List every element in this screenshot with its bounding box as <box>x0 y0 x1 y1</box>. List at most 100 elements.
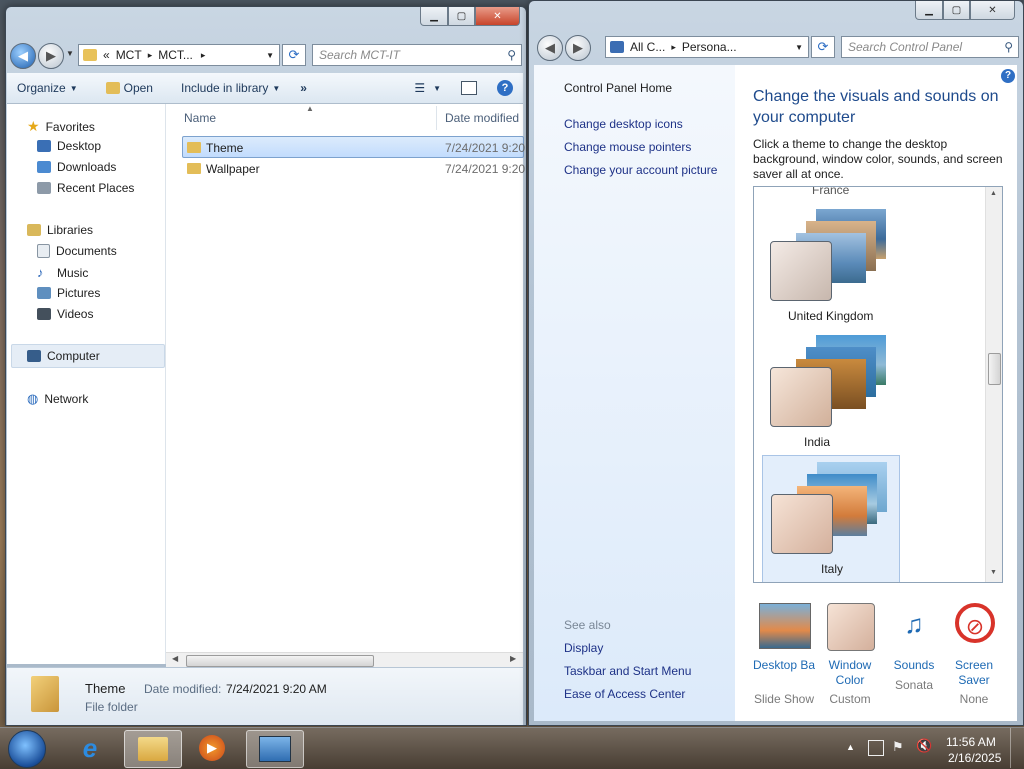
horizontal-scrollbar[interactable]: ◀ ▶ <box>166 652 523 668</box>
theme-list[interactable]: France United Kingdom India Italy ▲ ▼ <box>753 186 1003 583</box>
address-bar[interactable]: « MCT ▸ MCT... ▸ ▼ <box>78 44 280 66</box>
nav-downloads[interactable]: Downloads <box>37 160 116 174</box>
search-placeholder: Search Control Panel <box>848 40 963 54</box>
breadcrumb-mct-sub[interactable]: MCT... <box>158 48 193 62</box>
nav-music[interactable]: ♪ Music <box>37 265 88 280</box>
scroll-left-icon[interactable]: ◀ <box>172 654 178 663</box>
refresh-button[interactable]: ⟳ <box>811 36 835 58</box>
help-button[interactable]: ? <box>487 80 523 96</box>
preview-pane-button[interactable] <box>451 81 487 95</box>
star-icon: ★ <box>27 118 40 134</box>
scrollbar-thumb[interactable] <box>186 655 374 667</box>
control-panel-home-link[interactable]: Control Panel Home <box>564 81 672 95</box>
nav-pictures[interactable]: Pictures <box>37 286 100 300</box>
clock-time[interactable]: 11:56 AM <box>946 735 996 749</box>
toolbar-more-button[interactable]: » <box>290 81 317 95</box>
back-button[interactable]: ◀ <box>10 43 36 69</box>
scrollbar-thumb[interactable] <box>988 353 1001 385</box>
theme-italy-selected[interactable]: Italy <box>762 455 900 582</box>
help-icon[interactable]: ? <box>1001 69 1015 83</box>
control-panel-taskbar-button[interactable] <box>246 730 304 768</box>
volume-muted-icon[interactable]: 🔇 <box>916 738 932 754</box>
start-button[interactable] <box>8 730 46 768</box>
desktop-background-icon <box>759 603 811 649</box>
close-button[interactable]: ✕ <box>970 1 1015 20</box>
column-header-name[interactable]: Name <box>184 111 216 125</box>
show-desktop-button[interactable] <box>1010 728 1024 768</box>
change-mouse-pointers-link[interactable]: Change mouse pointers <box>564 140 691 154</box>
address-dropdown-icon[interactable]: ▼ <box>266 51 274 60</box>
help-icon: ? <box>497 80 513 96</box>
theme-india[interactable]: India <box>766 335 896 453</box>
breadcrumb-personalization[interactable]: Persona... <box>682 40 737 54</box>
breadcrumb-mct[interactable]: MCT <box>116 48 142 62</box>
nav-desktop[interactable]: Desktop <box>37 139 101 153</box>
minimize-button[interactable]: ▁ <box>420 7 448 26</box>
setting-label: Desktop Background <box>753 658 815 672</box>
nav-documents[interactable]: Documents <box>37 244 117 258</box>
display-link[interactable]: Display <box>564 641 603 655</box>
setting-window-color[interactable]: Window Color Custom <box>821 601 883 706</box>
network-tray-icon[interactable] <box>868 740 884 756</box>
maximize-button[interactable]: ▢ <box>448 7 475 26</box>
ease-of-access-link[interactable]: Ease of Access Center <box>564 687 685 701</box>
setting-value: Custom <box>829 692 871 706</box>
search-input[interactable]: Search Control Panel ⚲ <box>841 36 1019 58</box>
file-name[interactable]: Wallpaper <box>206 162 260 176</box>
column-divider[interactable] <box>436 106 437 130</box>
column-header-date[interactable]: Date modified <box>445 111 519 125</box>
window-color-icon <box>827 603 875 651</box>
media-player-taskbar-button[interactable]: ▶ <box>184 730 240 766</box>
search-placeholder: Search MCT-IT <box>319 48 400 62</box>
open-button[interactable]: Open <box>96 81 163 95</box>
address-bar[interactable]: All C... ▸ Persona... ▼ <box>605 36 809 58</box>
recent-pages-dropdown[interactable]: ▼ <box>66 49 74 58</box>
breadcrumb-overflow[interactable]: « <box>103 48 110 62</box>
scroll-down-icon[interactable]: ▼ <box>990 569 997 576</box>
change-account-picture-link[interactable]: Change your account picture <box>564 163 717 177</box>
breadcrumb-all-control-panel[interactable]: All C... <box>630 40 665 54</box>
setting-desktop-background[interactable]: Desktop Background Slide Show <box>753 601 815 706</box>
back-button[interactable]: ◀ <box>537 35 563 61</box>
change-desktop-icons-link[interactable]: Change desktop icons <box>564 117 683 131</box>
open-label: Open <box>123 81 153 95</box>
scroll-right-icon[interactable]: ▶ <box>510 654 516 663</box>
forward-button[interactable]: ▶ <box>565 35 591 61</box>
minimize-button[interactable]: ▁ <box>915 1 943 20</box>
nav-network[interactable]: ◍ Network <box>27 391 88 407</box>
music-icon: ♪ <box>37 265 44 280</box>
breadcrumb-separator[interactable]: ▸ <box>671 42 676 53</box>
view-options-button[interactable]: ☰ ▼ <box>404 81 451 95</box>
nav-label: Downloads <box>57 160 117 174</box>
scroll-up-icon[interactable]: ▲ <box>990 190 997 197</box>
maximize-button[interactable]: ▢ <box>943 1 970 20</box>
address-dropdown-icon[interactable]: ▼ <box>795 43 803 52</box>
theme-list-scrollbar[interactable]: ▲ ▼ <box>985 187 1002 582</box>
navigation-pane: ★ Favorites Desktop Downloads Recent Plac… <box>7 104 166 664</box>
search-icon: ⚲ <box>507 48 516 62</box>
include-in-library-menu[interactable]: Include in library ▼ <box>171 81 290 95</box>
windows-explorer-taskbar-button[interactable] <box>124 730 182 768</box>
organize-menu[interactable]: Organize ▼ <box>7 81 88 95</box>
theme-united-kingdom[interactable]: United Kingdom <box>766 209 896 327</box>
setting-sounds[interactable]: ♫ Sounds Sonata <box>883 601 945 705</box>
nav-recent-places[interactable]: Recent Places <box>37 181 134 195</box>
refresh-button[interactable]: ⟳ <box>282 44 306 66</box>
internet-explorer-taskbar-button[interactable]: e <box>62 730 118 766</box>
taskbar-start-menu-link[interactable]: Taskbar and Start Menu <box>564 664 691 678</box>
close-button[interactable]: ✕ <box>475 7 520 26</box>
breadcrumb-arrow[interactable]: ▸ <box>201 50 206 61</box>
file-name[interactable]: Theme <box>206 141 243 155</box>
search-input[interactable]: Search MCT-IT ⚲ <box>312 44 522 66</box>
nav-libraries[interactable]: Libraries <box>27 223 93 237</box>
nav-favorites[interactable]: ★ Favorites <box>27 118 95 135</box>
forward-button[interactable]: ▶ <box>38 43 64 69</box>
clock-date[interactable]: 2/16/2025 <box>948 751 1001 765</box>
nav-label: Computer <box>47 349 100 363</box>
nav-computer[interactable]: Computer <box>27 349 100 363</box>
nav-videos[interactable]: Videos <box>37 307 93 321</box>
cp-sidebar: Control Panel Home Change desktop icons … <box>534 65 735 721</box>
action-center-flag-icon[interactable]: ⚑ <box>892 739 904 755</box>
setting-screen-saver[interactable]: ⊘ Screen Saver None <box>945 601 1007 706</box>
show-hidden-icons-button[interactable]: ▲ <box>846 742 855 752</box>
